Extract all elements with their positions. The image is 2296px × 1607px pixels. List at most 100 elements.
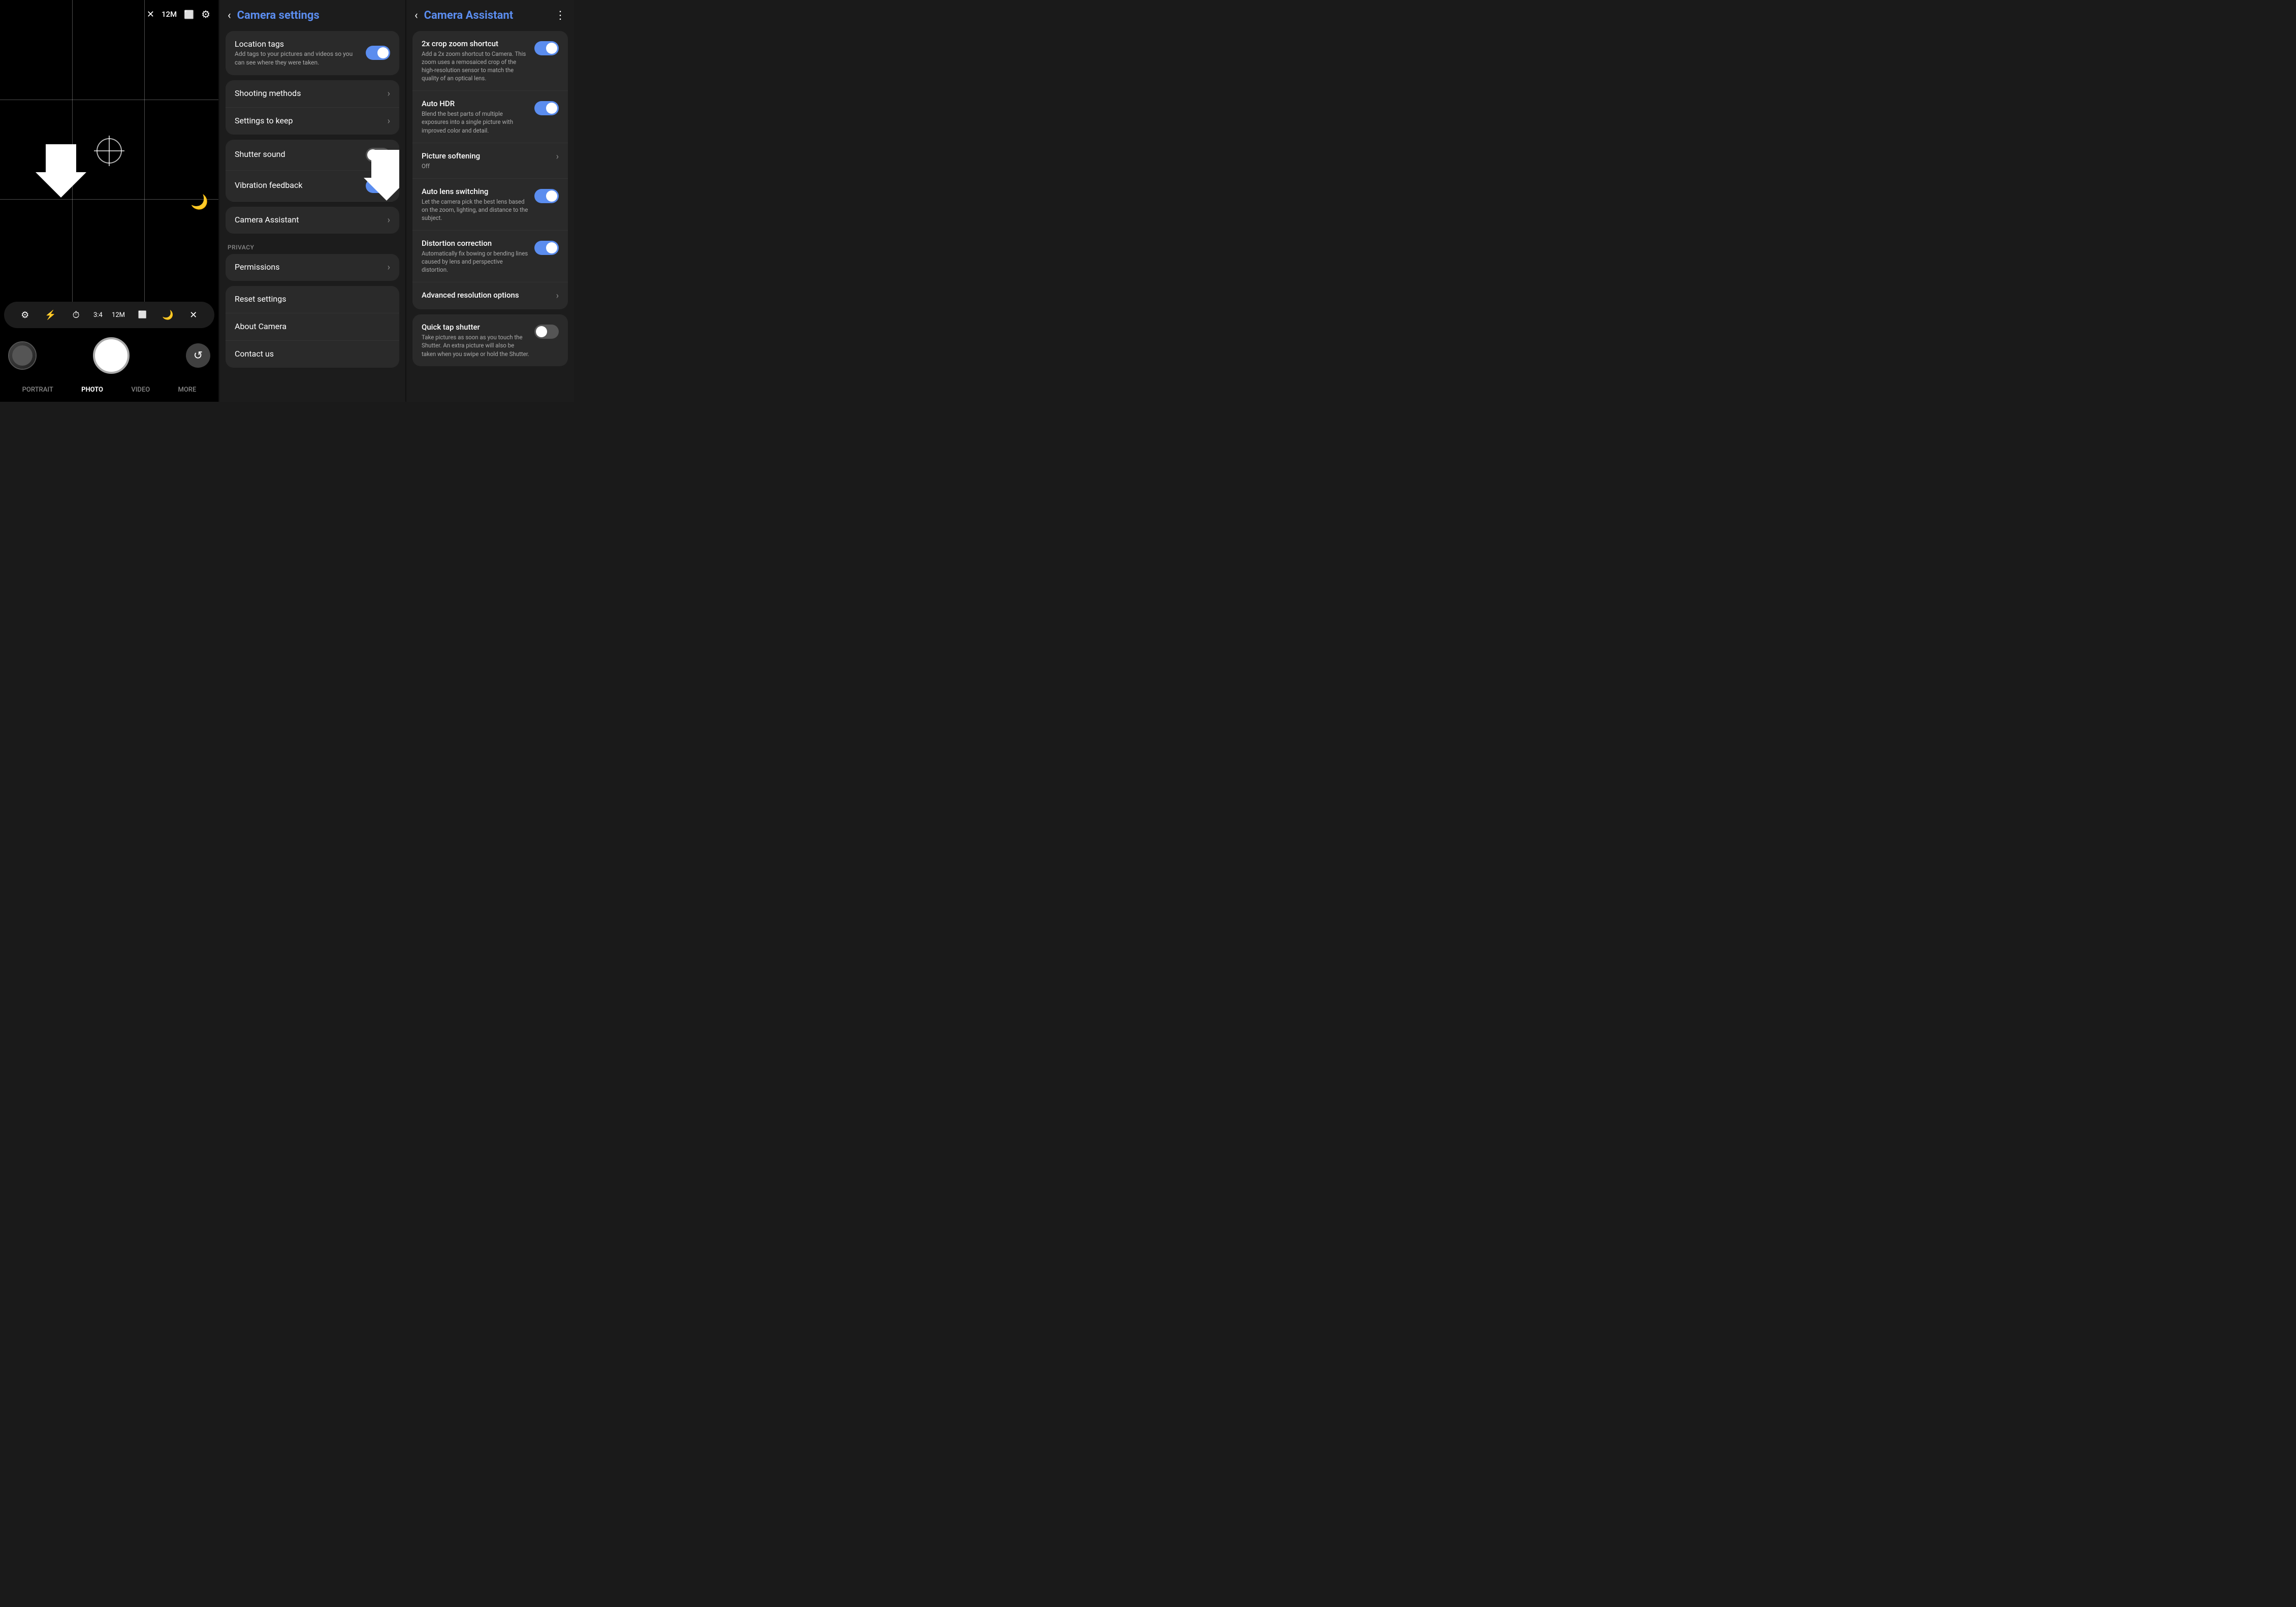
camera-assistant-panel: ‹ Camera Assistant ⋮ 2x crop zoom shortc… [406, 0, 574, 402]
photo-mode-toolbar-icon[interactable]: ⬜ [134, 307, 150, 323]
assistant-scroll-area[interactable]: 2x crop zoom shortcut Add a 2x zoom shor… [406, 31, 574, 402]
distortion-desc: Automatically fix bowing or bending line… [422, 249, 529, 274]
camera-bottom-controls: ↺ [0, 332, 218, 382]
settings-back-button[interactable]: ‹ [228, 9, 231, 22]
camera-top-bar: ✕ 12M ⬜ ⚙ [147, 8, 210, 20]
distortion-title: Distortion correction [422, 239, 529, 248]
photo-mode-tab[interactable]: PHOTO [81, 386, 103, 394]
viewfinder[interactable]: ✕ 12M ⬜ ⚙ 🌙 [0, 0, 218, 302]
advanced-resolution-item[interactable]: Advanced resolution options › [412, 282, 568, 309]
vibration-feedback-title: Vibration feedback [235, 180, 360, 190]
quick-tap-title: Quick tap shutter [422, 323, 529, 332]
vibration-feedback-item[interactable]: Vibration feedback [226, 171, 399, 202]
bottom-card: Reset settings About Camera Contact us [226, 286, 399, 368]
video-mode-tab[interactable]: VIDEO [131, 386, 150, 394]
settings-to-keep-item[interactable]: Settings to keep › [226, 108, 399, 135]
big-arrow-indicator [30, 139, 91, 200]
portrait-mode-tab[interactable]: PORTRAIT [22, 386, 53, 394]
shutter-sound-item[interactable]: Shutter sound [226, 140, 399, 171]
permissions-title: Permissions [235, 262, 381, 272]
auto-lens-title: Auto lens switching [422, 187, 529, 196]
close-toolbar-icon[interactable]: ✕ [185, 307, 202, 323]
flash-off-icon[interactable]: ✕ [147, 9, 154, 20]
settings-icon[interactable]: ⚙ [201, 8, 210, 20]
settings-to-keep-title: Settings to keep [235, 116, 381, 125]
camera-assistant-chevron: › [388, 215, 390, 226]
shooting-methods-title: Shooting methods [235, 88, 381, 98]
flip-camera-button[interactable]: ↺ [186, 343, 210, 368]
location-tags-card: Location tags Add tags to your pictures … [226, 31, 399, 75]
distortion-toggle[interactable] [534, 241, 559, 255]
contact-us-title: Contact us [235, 349, 384, 359]
picture-softening-chevron: › [556, 151, 559, 162]
assistant-back-button[interactable]: ‹ [414, 9, 418, 22]
quick-tap-card: Quick tap shutter Take pictures as soon … [412, 314, 568, 366]
permissions-item[interactable]: Permissions › [226, 254, 399, 281]
settings-header: ‹ Camera settings [219, 0, 405, 31]
camera-mode-tabs: PORTRAIT PHOTO VIDEO MORE [0, 382, 218, 402]
crop-zoom-title: 2x crop zoom shortcut [422, 39, 529, 48]
location-tags-item[interactable]: Location tags Add tags to your pictures … [226, 31, 399, 75]
shooting-methods-chevron: › [388, 88, 390, 99]
quick-tap-item[interactable]: Quick tap shutter Take pictures as soon … [412, 314, 568, 366]
camera-assistant-item[interactable]: Camera Assistant › [226, 207, 399, 234]
crosshair [94, 136, 124, 166]
distortion-item[interactable]: Distortion correction Automatically fix … [412, 231, 568, 282]
photo-mode-icon[interactable]: ⬜ [184, 10, 194, 19]
crop-zoom-item[interactable]: 2x crop zoom shortcut Add a 2x zoom shor… [412, 31, 568, 91]
crop-zoom-desc: Add a 2x zoom shortcut to Camera. This z… [422, 50, 529, 82]
auto-hdr-toggle[interactable] [534, 101, 559, 115]
camera-assistant-card: Camera Assistant › [226, 207, 399, 234]
picture-softening-title: Picture softening [422, 151, 551, 160]
shutter-sound-title: Shutter sound [235, 149, 360, 159]
auto-hdr-title: Auto HDR [422, 99, 529, 108]
assistant-more-button[interactable]: ⋮ [555, 9, 566, 22]
camera-toolbar: ⚙ ⚡ ⏱ 3:4 12M ⬜ 🌙 ✕ [4, 302, 214, 328]
quick-tap-desc: Take pictures as soon as you touch the S… [422, 333, 529, 358]
settings-scroll-area[interactable]: Location tags Add tags to your pictures … [219, 31, 405, 402]
picture-softening-item[interactable]: Picture softening Off › [412, 143, 568, 179]
megapixel-label[interactable]: 12M [112, 311, 125, 319]
about-camera-title: About Camera [235, 322, 384, 331]
camera-assistant-title: Camera Assistant [235, 215, 381, 224]
auto-lens-toggle[interactable] [534, 189, 559, 203]
crosshair-circle [97, 138, 122, 164]
night-toolbar-icon[interactable]: 🌙 [160, 307, 176, 323]
vibration-feedback-toggle[interactable] [366, 179, 390, 193]
sound-card: Shutter sound Vibration feedback [226, 140, 399, 202]
contact-us-item[interactable]: Contact us [226, 341, 399, 368]
shutter-button[interactable] [93, 337, 130, 374]
settings-title: Camera settings [237, 9, 320, 22]
auto-hdr-desc: Blend the best parts of multiple exposur… [422, 110, 529, 134]
about-camera-item[interactable]: About Camera [226, 313, 399, 341]
privacy-card: Permissions › [226, 254, 399, 281]
permissions-chevron: › [388, 262, 390, 273]
advanced-resolution-chevron: › [556, 291, 559, 301]
location-tags-toggle[interactable] [366, 46, 390, 60]
picture-softening-value: Off [422, 162, 551, 170]
ratio-label[interactable]: 3:4 [93, 311, 103, 319]
auto-lens-desc: Let the camera pick the best lens based … [422, 198, 529, 222]
auto-lens-item[interactable]: Auto lens switching Let the camera pick … [412, 179, 568, 231]
auto-hdr-item[interactable]: Auto HDR Blend the best parts of multipl… [412, 91, 568, 143]
shooting-settings-card: Shooting methods › Settings to keep › [226, 80, 399, 135]
timer-toolbar-icon[interactable]: ⏱ [68, 307, 84, 323]
shutter-sound-toggle[interactable] [366, 148, 390, 162]
reset-settings-item[interactable]: Reset settings [226, 286, 399, 313]
quick-tap-toggle[interactable] [534, 325, 559, 339]
night-mode-icon[interactable]: 🌙 [190, 194, 208, 210]
assistant-main-card: 2x crop zoom shortcut Add a 2x zoom shor… [412, 31, 568, 309]
settings-to-keep-chevron: › [388, 116, 390, 126]
camera-viewfinder-panel: ✕ 12M ⬜ ⚙ 🌙 ⚙ ⚡ ⏱ 3:4 12M ⬜ 🌙 ✕ [0, 0, 218, 402]
flash-toolbar-icon[interactable]: ⚡ [42, 307, 58, 323]
resolution-badge: 12M [162, 10, 177, 19]
crop-zoom-toggle[interactable] [534, 41, 559, 55]
reset-settings-title: Reset settings [235, 294, 384, 304]
shooting-methods-item[interactable]: Shooting methods › [226, 80, 399, 108]
settings-toolbar-icon[interactable]: ⚙ [17, 307, 33, 323]
location-tags-title: Location tags [235, 39, 360, 49]
gallery-thumbnail[interactable] [8, 341, 37, 370]
more-mode-tab[interactable]: MORE [178, 386, 196, 394]
location-tags-desc: Add tags to your pictures and videos so … [235, 50, 360, 67]
assistant-title: Camera Assistant [424, 9, 514, 22]
